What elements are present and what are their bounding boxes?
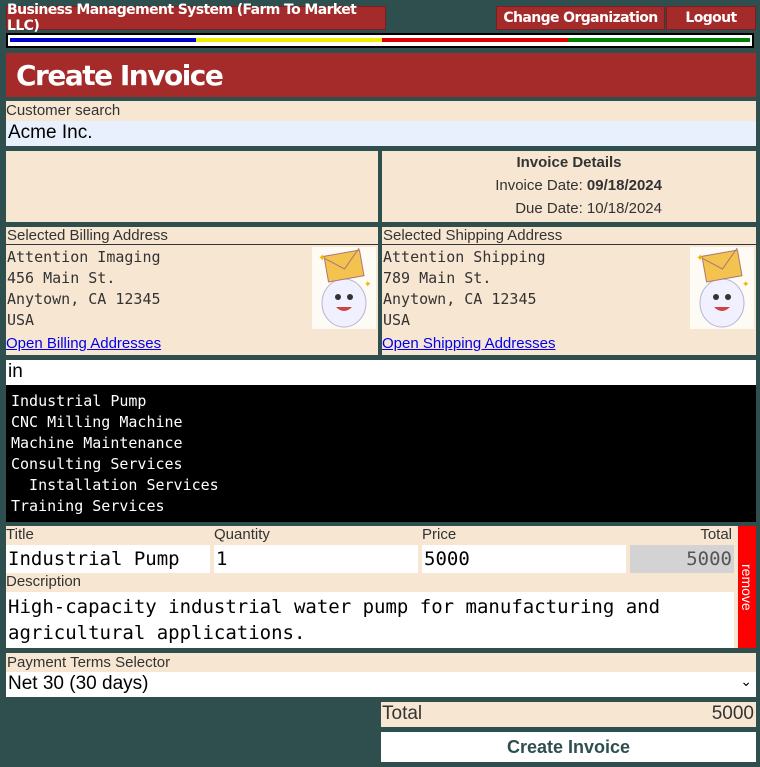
- search-result-item[interactable]: Machine Maintenance: [11, 433, 751, 454]
- item-price-input[interactable]: 5000: [422, 545, 626, 573]
- due-date-label: Due Date:: [515, 200, 583, 217]
- remove-line-item-button[interactable]: remove: [738, 526, 756, 648]
- item-total-field: 5000: [630, 545, 734, 573]
- product-search-input[interactable]: in: [6, 360, 756, 385]
- invoice-date-label: Invoice Date:: [495, 177, 583, 194]
- search-result-item[interactable]: Training Services: [11, 496, 751, 517]
- svg-text:✦: ✦: [696, 253, 704, 264]
- line-item-panel: Title Quantity Price Total Industrial Pu…: [6, 526, 738, 648]
- search-result-item[interactable]: Industrial Pump: [11, 391, 751, 412]
- envelope-mascot-icon: ✦ ✦: [312, 247, 376, 329]
- invoice-details-heading: Invoice Details: [516, 154, 622, 171]
- page-title: Create Invoice: [6, 53, 756, 97]
- total-label: Total: [700, 526, 732, 543]
- payment-terms-select[interactable]: Net 30 (30 days) ⌄: [6, 672, 756, 697]
- svg-text:✦: ✦: [364, 279, 372, 289]
- shipping-address-panel: Selected Shipping Address Attention Ship…: [382, 227, 756, 355]
- item-description-textarea[interactable]: High-capacity industrial water pump for …: [6, 592, 734, 648]
- envelope-mascot-icon: ✦ ✦: [690, 247, 754, 329]
- color-stripe-divider: [6, 33, 754, 48]
- shipping-address-label: Selected Shipping Address: [382, 227, 756, 245]
- change-organization-button[interactable]: Change Organization: [496, 6, 665, 30]
- product-search-results: Industrial Pump CNC Milling Machine Mach…: [6, 385, 756, 522]
- invoice-details-panel: Invoice Details Invoice Date: 09/18/2024…: [382, 151, 756, 222]
- customer-search-input[interactable]: Acme Inc.: [6, 121, 756, 146]
- invoice-date-value: 09/18/2024: [586, 177, 662, 194]
- billing-address-panel: Selected Billing Address Attention Imagi…: [6, 227, 378, 355]
- chevron-down-icon: ⌄: [740, 673, 752, 689]
- invoice-total-row: Total 5000: [381, 702, 756, 727]
- remove-label: remove: [739, 563, 755, 611]
- payment-terms-selected: Net 30 (30 days): [8, 673, 149, 694]
- customer-info-panel: [6, 151, 378, 222]
- payment-terms-label-row: Payment Terms Selector: [6, 653, 756, 672]
- invoice-total-label: Total: [382, 703, 423, 724]
- payment-terms-label: Payment Terms Selector: [7, 654, 171, 671]
- due-date-value: 10/18/2024: [586, 200, 662, 217]
- open-billing-addresses-link[interactable]: Open Billing Addresses: [6, 335, 161, 352]
- app-title: Business Management System (Farm To Mark…: [6, 2, 386, 34]
- stripe-green: [568, 38, 750, 42]
- stripe-blue: [10, 38, 196, 42]
- invoice-total-value: 5000: [711, 703, 754, 724]
- customer-search-label-row: Customer search: [6, 101, 756, 121]
- search-result-item[interactable]: Installation Services: [11, 475, 751, 496]
- stripe-red: [382, 38, 568, 42]
- search-result-item[interactable]: Consulting Services: [11, 454, 751, 475]
- price-label: Price: [422, 526, 457, 543]
- description-label: Description: [6, 573, 82, 590]
- svg-text:✦: ✦: [742, 279, 750, 289]
- create-invoice-button[interactable]: Create Invoice: [381, 732, 756, 762]
- due-date: Due Date: 10/18/2024: [515, 200, 662, 217]
- logout-button[interactable]: Logout: [666, 6, 756, 30]
- open-shipping-addresses-link[interactable]: Open Shipping Addresses: [382, 335, 555, 352]
- title-label: Title: [6, 526, 34, 543]
- svg-text:✦: ✦: [318, 253, 326, 264]
- invoice-date: Invoice Date: 09/18/2024: [495, 177, 662, 194]
- item-quantity-input[interactable]: 1: [214, 545, 418, 573]
- search-result-item[interactable]: CNC Milling Machine: [11, 412, 751, 433]
- customer-search-label: Customer search: [6, 102, 121, 119]
- quantity-label: Quantity: [214, 526, 270, 543]
- billing-address-label: Selected Billing Address: [6, 227, 378, 245]
- stripe-yellow: [196, 38, 382, 42]
- item-title-input[interactable]: Industrial Pump: [6, 545, 210, 573]
